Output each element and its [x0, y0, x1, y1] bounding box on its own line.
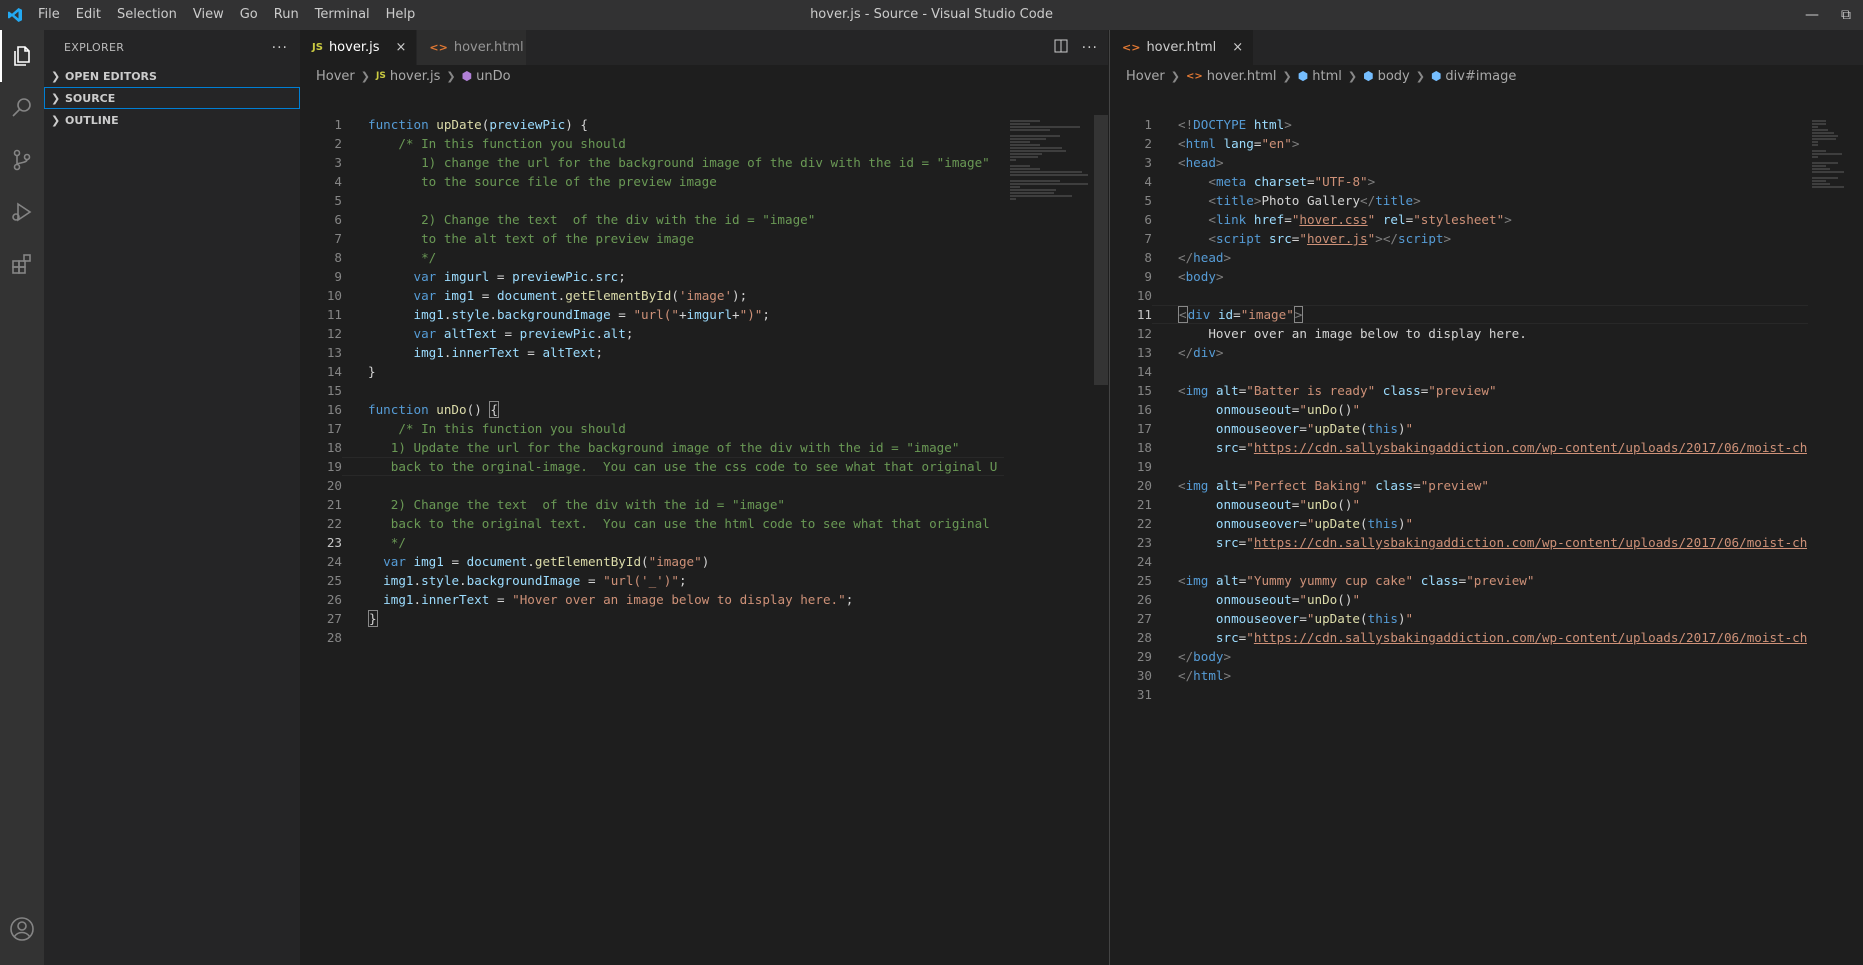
tab-label: hover.js	[328, 40, 380, 55]
element-symbol-icon: ⬢	[1430, 69, 1442, 83]
account-icon[interactable]	[0, 903, 44, 955]
activity-bar	[0, 30, 44, 965]
tab-hover-js[interactable]: JS hover.js ×	[300, 30, 418, 65]
menu-go[interactable]: Go	[232, 0, 266, 30]
javascript-file-icon: JS	[375, 71, 386, 81]
more-actions-icon[interactable]: ···	[1082, 40, 1098, 56]
javascript-file-icon: JS	[312, 42, 323, 53]
source-control-icon[interactable]	[0, 134, 44, 186]
extensions-icon[interactable]	[0, 238, 44, 290]
breadcrumb-item[interactable]: hover.html	[1207, 69, 1277, 84]
split-editor-icon[interactable]	[1054, 39, 1068, 57]
run-debug-icon[interactable]	[0, 186, 44, 238]
breadcrumb: Hover ❯ <> hover.html ❯ ⬢ html ❯ ⬢ body …	[1126, 68, 1517, 84]
vscode-logo-icon	[0, 0, 30, 30]
menu-edit[interactable]: Edit	[68, 0, 109, 30]
chevron-right-icon: ❯	[51, 69, 61, 83]
element-symbol-icon: ⬢	[1297, 69, 1309, 83]
element-symbol-icon: ⬢	[1363, 69, 1374, 83]
tab-label: hover.html	[453, 40, 524, 55]
section-outline[interactable]: ❯ OUTLINE	[44, 109, 300, 131]
section-label: SOURCE	[65, 91, 116, 105]
breadcrumb-item[interactable]: body	[1378, 69, 1410, 84]
chevron-right-icon: ❯	[51, 113, 61, 127]
editor-group-left: JS hover.js × <> hover.html ··· Hover ❯ …	[300, 30, 1108, 965]
section-open-editors[interactable]: ❯ OPEN EDITORS	[44, 65, 300, 87]
tab-hover-html[interactable]: <> hover.html	[417, 30, 528, 65]
breadcrumb-item[interactable]: html	[1312, 69, 1342, 84]
tab-label: hover.html	[1146, 40, 1217, 55]
minimap[interactable]	[1808, 115, 1848, 965]
menu-run[interactable]: Run	[266, 0, 307, 30]
breadcrumb: Hover ❯ JS hover.js ❯ ⬢ unDo	[316, 68, 511, 84]
more-actions-icon[interactable]: ···	[272, 40, 288, 56]
scrollbar[interactable]	[1094, 115, 1108, 385]
title-bar: File Edit Selection View Go Run Terminal…	[0, 0, 1863, 30]
search-icon[interactable]	[0, 82, 44, 134]
code-editor-html[interactable]: 1 <!DOCTYPE html> 2 <html lang="en"> 3 <hea…	[1110, 115, 1819, 704]
menu-bar: File Edit Selection View Go Run Terminal…	[30, 0, 423, 30]
breadcrumb-item[interactable]: hover.js	[390, 69, 441, 84]
html-file-icon: <>	[1185, 70, 1203, 82]
function-symbol-icon: ⬢	[461, 69, 473, 83]
html-file-icon: <>	[1122, 41, 1141, 54]
section-label: OUTLINE	[65, 113, 119, 127]
html-file-icon: <>	[429, 41, 448, 54]
explorer-sidebar: EXPLORER ··· ❯ OPEN EDITORS ❯ SOURCE ❯ O…	[44, 30, 300, 965]
explorer-icon[interactable]	[0, 30, 44, 82]
section-label: OPEN EDITORS	[65, 69, 157, 83]
tab-hover-html[interactable]: <> hover.html ×	[1110, 30, 1255, 65]
tab-bar: <> hover.html ×	[1110, 30, 1863, 65]
close-icon[interactable]: ×	[1232, 40, 1243, 55]
breadcrumb-item[interactable]: div#image	[1445, 69, 1516, 84]
minimize-button[interactable]: —	[1795, 0, 1829, 30]
minimap[interactable]	[1004, 115, 1094, 965]
menu-help[interactable]: Help	[378, 0, 424, 30]
menu-selection[interactable]: Selection	[109, 0, 185, 30]
chevron-right-icon: ❯	[51, 91, 61, 105]
restore-button[interactable]: ⧉	[1829, 0, 1863, 30]
tab-bar: JS hover.js × <> hover.html ···	[300, 30, 1108, 65]
editor-group-right: <> hover.html × Hover ❯ <> hover.html ❯ …	[1109, 30, 1863, 965]
breadcrumb-item[interactable]: Hover	[316, 69, 355, 84]
sidebar-title: EXPLORER	[64, 41, 125, 54]
section-source[interactable]: ❯ SOURCE	[44, 87, 300, 109]
menu-terminal[interactable]: Terminal	[307, 0, 378, 30]
code-editor-js[interactable]: 1 function upDate(previewPic) { 2 /* In t…	[300, 115, 1108, 647]
breadcrumb-item[interactable]: unDo	[476, 69, 510, 84]
menu-file[interactable]: File	[30, 0, 68, 30]
close-icon[interactable]: ×	[396, 40, 407, 55]
menu-view[interactable]: View	[185, 0, 232, 30]
breadcrumb-item[interactable]: Hover	[1126, 69, 1165, 84]
